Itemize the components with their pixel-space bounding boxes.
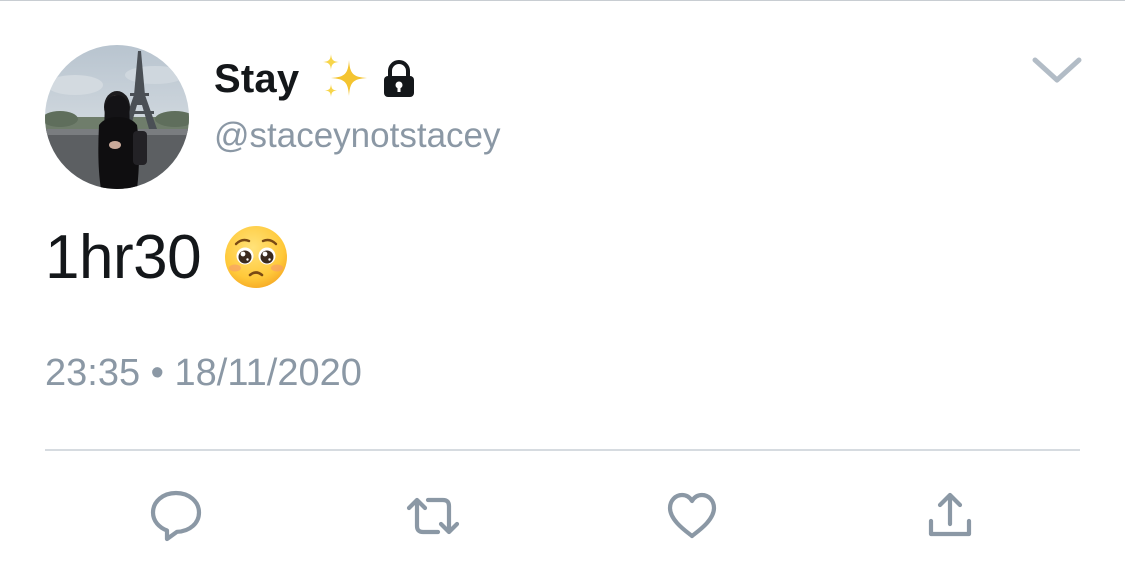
- tweet-timestamp: 23:35 • 18/11/2020: [45, 352, 362, 394]
- like-icon[interactable]: [664, 488, 720, 544]
- actions-divider: [45, 449, 1080, 451]
- username-handle[interactable]: @staceynotstacey: [214, 116, 501, 156]
- retweet-icon[interactable]: [405, 488, 461, 544]
- tweet-text: 1hr30: [45, 222, 289, 292]
- avatar[interactable]: [45, 45, 189, 189]
- lock-icon: [381, 59, 417, 99]
- pleading-face-icon: [223, 224, 289, 290]
- tweet-body: 1hr30: [45, 222, 202, 292]
- top-divider: [0, 0, 1125, 1]
- reply-icon[interactable]: [148, 488, 204, 544]
- chevron-down-icon[interactable]: [1030, 54, 1084, 86]
- display-name[interactable]: Stay: [214, 57, 299, 102]
- author-row: Stay: [214, 54, 417, 104]
- sparkles-icon: [319, 54, 371, 104]
- share-icon[interactable]: [922, 488, 978, 544]
